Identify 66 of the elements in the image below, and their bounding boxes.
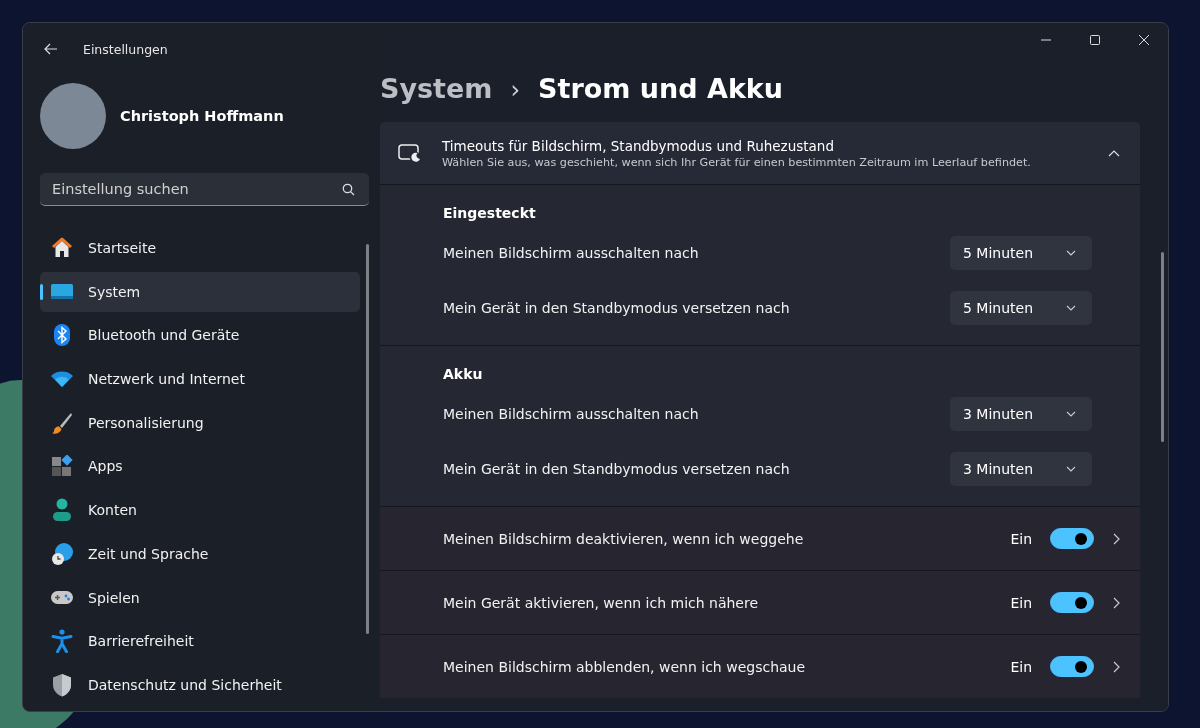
chevron-down-icon [1066, 249, 1076, 256]
settings-row[interactable]: Meinen Bildschirm deaktivieren, wenn ich weggehe Ein [380, 506, 1140, 570]
wifi-icon [50, 369, 74, 390]
sidebar-item[interactable]: Konten [40, 490, 360, 531]
expander-header[interactable]: Timeouts für Bildschirm, Standbymodus und Ruhezustand Wählen Sie aus, was geschieht, wenn sich Ihr Gerät für einen bestimmten Zeitraum im Leerlauf befindet. [380, 122, 1140, 184]
setting-label: Meinen Bildschirm abblenden, wenn ich wegschaue [443, 658, 806, 675]
sidebar-item[interactable]: Spielen [40, 577, 360, 618]
toggle-switch[interactable] [1050, 528, 1094, 549]
shield-icon [52, 672, 72, 697]
scrollbar[interactable] [366, 244, 369, 634]
toggle-switch[interactable] [1050, 656, 1094, 677]
setting-label: Meinen Bildschirm deaktivieren, wenn ich weggehe [443, 530, 804, 547]
breadcrumb-separator: › [510, 76, 521, 104]
breadcrumb-link[interactable]: System [380, 73, 493, 104]
toggle-state: Ein [1010, 658, 1032, 675]
accessibility-icon [51, 629, 73, 654]
person-icon [52, 498, 72, 523]
setting-label: Meinen Bildschirm ausschalten nach [443, 244, 699, 261]
sidebar-item[interactable]: System [40, 271, 360, 312]
expander-title: Timeouts für Bildschirm, Standbymodus und Ruhezustand [442, 137, 835, 154]
toggle-state: Ein [1010, 530, 1032, 547]
toggle-switch[interactable] [1050, 592, 1094, 613]
expander-description: Wählen Sie aus, was geschieht, wenn sich Ihr Gerät für einen bestimmten Zeitraum im Leerlauf befindet. [442, 155, 1032, 169]
close-icon [1137, 34, 1150, 46]
house-icon [50, 236, 74, 260]
group-heading: Eingesteckt [443, 205, 537, 223]
sidebar-item[interactable]: Bluetooth und Geräte [40, 315, 360, 356]
sidebar-item[interactable]: Barrierefreiheit [40, 621, 360, 662]
group-heading: Akku [443, 366, 484, 384]
chevron-right-icon [1113, 596, 1120, 609]
search-icon [342, 183, 355, 196]
dropdown[interactable]: 5 Minuten [950, 290, 1092, 325]
back-arrow-icon [43, 41, 59, 57]
setting-label: Mein Gerät aktivieren, wenn ich mich nähere [443, 594, 759, 611]
sidebar-item[interactable]: Netzwerk und Internet [40, 359, 360, 400]
sidebar-item[interactable]: Zeit und Sprache [40, 533, 360, 574]
gamepad-icon [50, 588, 74, 607]
chevron-down-icon [1066, 410, 1076, 417]
chevron-down-icon [1066, 304, 1076, 311]
chevron-right-icon [1113, 660, 1120, 673]
dropdown[interactable]: 3 Minuten [950, 451, 1092, 486]
toggle-state: Ein [1010, 594, 1032, 611]
sidebar-item[interactable]: Personalisierung [40, 402, 360, 443]
sidebar-item[interactable]: Apps [40, 446, 360, 487]
sidebar-item[interactable]: Startseite [40, 228, 360, 268]
maximize-icon [1088, 34, 1101, 46]
dropdown[interactable]: 5 Minuten [950, 235, 1092, 270]
setting-label: Meinen Bildschirm ausschalten nach [443, 405, 699, 422]
setting-label: Mein Gerät in den Standbymodus versetzen nach [443, 299, 790, 316]
screen-moon-icon [398, 143, 422, 163]
search-field[interactable]: Einstellung suchen [40, 173, 369, 206]
globe-clock-icon [50, 541, 74, 566]
bluetooth-icon [53, 323, 71, 348]
settings-row[interactable]: Mein Gerät aktivieren, wenn ich mich nähere Ein [380, 570, 1140, 634]
chevron-right-icon [1113, 532, 1120, 545]
apps-icon [51, 455, 73, 478]
chevron-down-icon [1066, 465, 1076, 472]
profile-name: Christoph Hoffmann [120, 108, 284, 124]
sidebar-item[interactable]: Datenschutz und Sicherheit [40, 664, 360, 705]
setting-label: Mein Gerät in den Standbymodus versetzen nach [443, 460, 790, 477]
scrollbar[interactable] [1161, 252, 1164, 442]
page-title: Strom und Akku [538, 73, 784, 104]
window-title: Einstellungen [83, 41, 168, 57]
monitor-icon [50, 281, 74, 302]
settings-row[interactable]: Meinen Bildschirm abblenden, wenn ich wegschaue Ein [380, 634, 1140, 698]
dropdown[interactable]: 3 Minuten [950, 396, 1092, 431]
